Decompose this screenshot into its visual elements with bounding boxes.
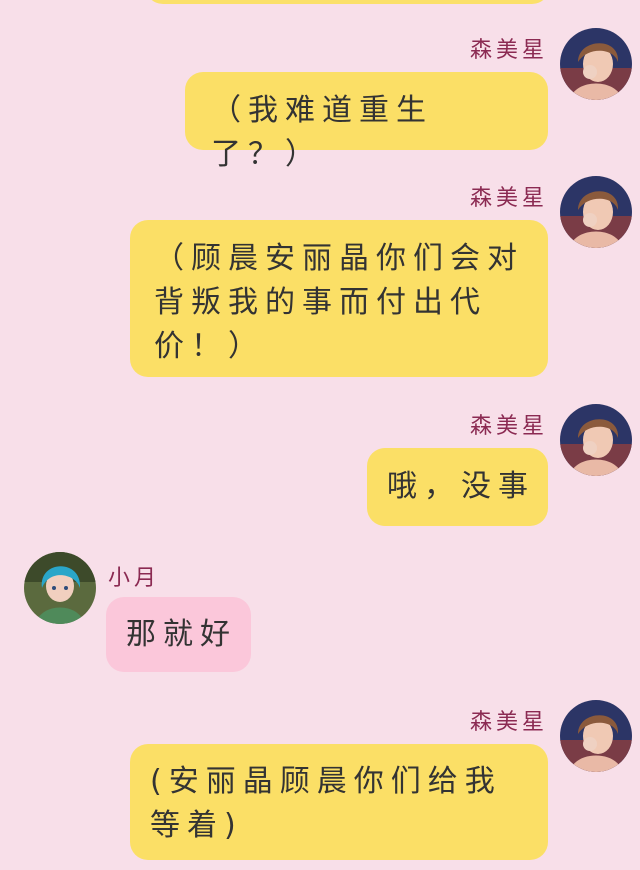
message-text: (安丽晶顾晨你们给我等着) [150,764,502,843]
message-text: 哦，没事 [387,469,535,504]
message-1: 森美星 （我难道重生了？） [0,28,640,172]
message-bubble[interactable]: (安丽晶顾晨你们给我等着) [130,744,548,860]
sender-name: 森美星 [469,710,548,735]
message-3: 森美星 哦，没事 [0,404,640,529]
avatar-senmeixing-icon[interactable] [560,176,632,248]
message-bubble[interactable]: 哦，没事 [367,448,548,526]
message-text: （顾晨安丽晶你们会对背叛我的事而付出代价！） [154,241,524,364]
message-text: 那就好 [126,617,237,652]
message-text: （我难道重生了？） [211,93,433,172]
sender-name: 森美星 [469,186,548,211]
sender-name: 小月 [108,566,161,591]
avatar-senmeixing-icon[interactable] [560,28,632,100]
avatar-senmeixing-icon[interactable] [560,404,632,476]
message-bubble[interactable]: 那就好 [106,597,251,672]
sender-name: 森美星 [469,38,548,63]
sender-name: 森美星 [469,414,548,439]
message-bubble[interactable]: （顾晨安丽晶你们会对背叛我的事而付出代价！） [130,220,548,377]
previous-message-bubble-edge [145,0,550,4]
avatar-senmeixing-icon[interactable] [560,700,632,772]
message-5: 森美星 (安丽晶顾晨你们给我等着) [0,700,640,870]
avatar-xiaoyue-icon[interactable] [24,552,96,624]
message-bubble[interactable]: （我难道重生了？） [185,72,548,172]
message-4: 小月 那就好 [0,552,640,677]
message-2: 森美星 （顾晨安丽晶你们会对背叛我的事而付出代价！） [0,176,640,381]
